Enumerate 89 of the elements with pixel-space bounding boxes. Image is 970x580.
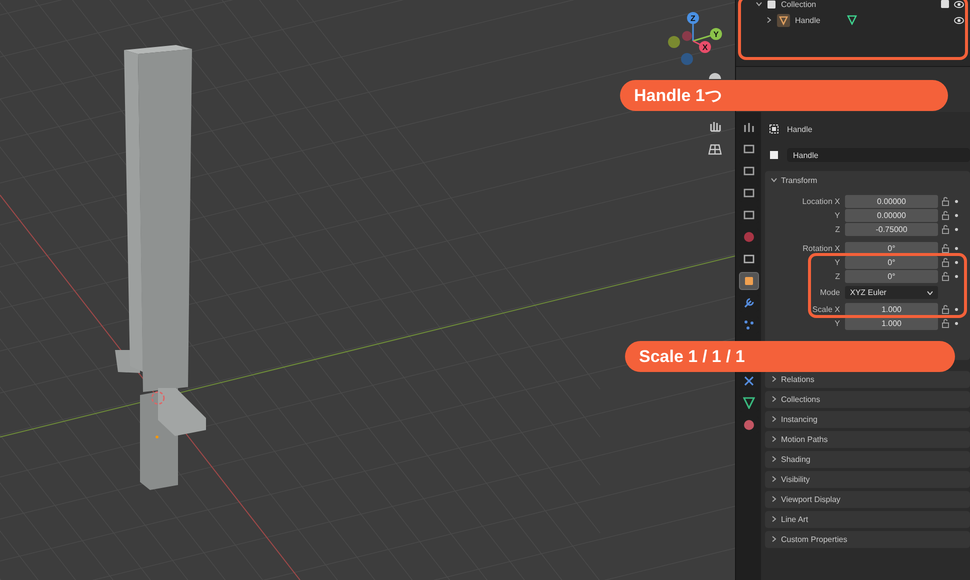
chevron-right-icon[interactable] xyxy=(771,376,777,382)
lock-icon[interactable] xyxy=(942,258,949,266)
number-field[interactable]: 1.000 xyxy=(845,302,938,316)
field-label: Z xyxy=(834,272,841,280)
collapsed-panel[interactable]: Custom Properties xyxy=(765,531,970,548)
number-field[interactable]: 0° xyxy=(845,256,938,268)
lock-icon[interactable] xyxy=(942,224,949,234)
chevron-right-icon[interactable] xyxy=(771,416,777,422)
panel-title[interactable]: Motion Paths xyxy=(781,435,828,444)
checkbox-icon[interactable] xyxy=(941,0,949,8)
chevron-right-icon[interactable] xyxy=(771,436,777,442)
eye-icon[interactable] xyxy=(954,16,964,24)
panel-title[interactable]: Custom Properties xyxy=(781,535,848,544)
field-label: Y xyxy=(834,258,841,266)
collapsed-panel[interactable]: Line Art xyxy=(765,511,970,528)
keyframe-dot-icon xyxy=(955,200,958,202)
object-title: Handle xyxy=(787,124,812,134)
world-icon xyxy=(742,231,754,243)
tool-icon xyxy=(742,121,754,133)
eye-icon[interactable] xyxy=(954,0,964,8)
object-icon xyxy=(742,275,754,287)
chevron-right-icon[interactable] xyxy=(771,476,777,482)
field-label: Y xyxy=(834,210,841,220)
number-field[interactable]: -0.75000 xyxy=(845,222,938,236)
number-field[interactable]: 0° xyxy=(845,242,938,254)
collapsed-panel[interactable]: Relations xyxy=(765,371,970,388)
field-label: Location X xyxy=(801,196,841,206)
object-tab[interactable] xyxy=(738,272,758,290)
object-icon[interactable] xyxy=(769,150,779,160)
panel-title[interactable]: Visibility xyxy=(781,475,810,484)
field-label: Mode xyxy=(818,288,841,297)
lock-icon[interactable] xyxy=(942,244,949,252)
number-field[interactable]: 0.00000 xyxy=(845,194,938,208)
lock-icon[interactable] xyxy=(942,210,949,220)
chevron-right-icon[interactable] xyxy=(771,536,777,542)
number-field[interactable]: 0° xyxy=(845,270,938,282)
collapsed-panel[interactable]: Instancing xyxy=(765,411,970,428)
callout-label: Scale 1 / 1 / 1 xyxy=(625,341,955,372)
callout-label: Handle 1つ xyxy=(620,80,948,111)
panel-title[interactable]: Relations xyxy=(781,375,814,384)
chevron-right-icon[interactable] xyxy=(771,396,777,402)
mode-dropdown[interactable]: XYZ Euler xyxy=(845,286,938,299)
panel-title[interactable]: Instancing xyxy=(781,415,818,424)
keyframe-dot-icon xyxy=(955,274,958,278)
lock-icon[interactable] xyxy=(942,318,949,328)
field-label: Scale X xyxy=(811,304,841,314)
collapsed-panel[interactable]: Visibility xyxy=(765,471,970,488)
field-label: Z xyxy=(834,224,841,234)
mesh-icon xyxy=(777,14,790,26)
chevron-right-icon[interactable] xyxy=(766,16,772,22)
keyframe-dot-icon xyxy=(955,260,958,264)
panel-title[interactable]: Collections xyxy=(781,395,820,404)
panel-title[interactable]: Shading xyxy=(781,455,810,464)
chevron-right-icon[interactable] xyxy=(771,516,777,522)
hand-icon[interactable] xyxy=(708,119,722,133)
keyframe-dot-icon xyxy=(955,308,958,310)
keyframe-dot-icon xyxy=(955,228,958,230)
panel-title[interactable]: Viewport Display xyxy=(781,495,840,504)
material-icon xyxy=(742,419,754,431)
particles-icon xyxy=(742,319,754,331)
collapsed-panel[interactable]: Shading xyxy=(765,451,970,468)
mesh-data-icon[interactable] xyxy=(847,15,858,25)
collapsed-panel[interactable]: Collections xyxy=(765,391,970,408)
caret-icon xyxy=(927,290,933,294)
object-icon xyxy=(769,124,779,134)
field-label: Y xyxy=(834,318,841,328)
axis-gizmo-drawing[interactable]: Z Y X xyxy=(668,8,728,74)
keyframe-dot-icon xyxy=(955,214,958,216)
keyframe-dot-icon xyxy=(955,322,958,324)
outliner-item[interactable]: Collection xyxy=(781,0,816,8)
chevron-down-icon[interactable] xyxy=(756,1,762,7)
panel-title[interactable]: Line Art xyxy=(781,515,808,524)
lock-icon[interactable] xyxy=(942,272,949,280)
chevron-right-icon[interactable] xyxy=(771,496,777,502)
lock-icon[interactable] xyxy=(942,304,949,314)
number-field[interactable]: 0.00000 xyxy=(845,208,938,222)
collapsed-panel[interactable]: Motion Paths xyxy=(765,431,970,448)
lock-icon[interactable] xyxy=(942,196,949,206)
field-label: Rotation X xyxy=(802,244,841,252)
collapsed-panel[interactable]: Viewport Display xyxy=(765,491,970,508)
modifier-icon xyxy=(742,297,754,309)
outliner-item[interactable]: Handle xyxy=(795,16,820,24)
object-name-field[interactable]: Handle xyxy=(787,148,970,162)
chevron-down-icon[interactable] xyxy=(771,177,777,183)
constraints-icon xyxy=(742,375,754,387)
keyframe-dot-icon xyxy=(955,246,958,250)
chevron-right-icon[interactable] xyxy=(771,456,777,462)
data-icon xyxy=(742,397,754,409)
panel-title[interactable]: Transform xyxy=(781,176,818,185)
